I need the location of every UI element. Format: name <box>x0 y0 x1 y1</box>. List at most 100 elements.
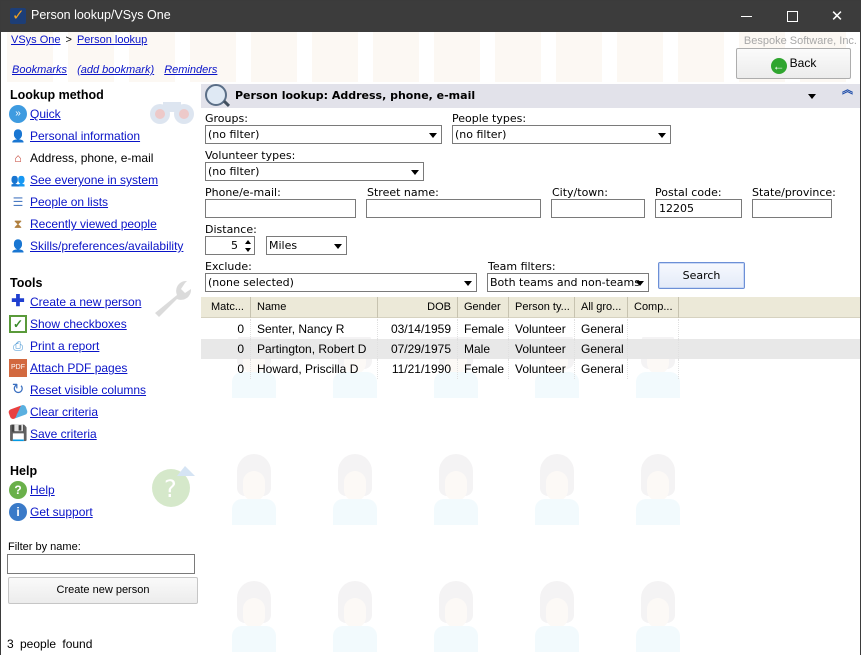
people-types-label: People types: <box>452 112 527 125</box>
top-links: Bookmarks (add bookmark) Reminders <box>12 64 224 76</box>
cell-gender: Female <box>458 319 509 339</box>
lookup-skills-preferences[interactable]: 👤 Skills/preferences/availability <box>9 236 184 256</box>
arrow-left-circle-icon: ← <box>770 58 787 74</box>
phone-email-label: Phone/e-mail: <box>205 186 281 199</box>
collapse-icon[interactable]: ︽ <box>842 84 853 95</box>
tool-save-criteria-label[interactable]: Save criteria <box>30 427 97 441</box>
groups-select[interactable]: (no filter) <box>205 125 442 144</box>
tool-attach-pdf[interactable]: PDF Attach PDF pages <box>9 358 127 378</box>
exclude-select[interactable]: (none selected) <box>205 273 477 292</box>
person-silhouette-icon <box>426 546 486 655</box>
postal-code-label: Postal code: <box>655 186 722 199</box>
cell-all-groups: General <box>575 359 628 379</box>
get-support-item[interactable]: i Get support <box>9 502 93 522</box>
hourglass-icon: ⧗ <box>13 217 23 231</box>
lookup-people-on-lists[interactable]: ☰ People on lists <box>9 192 108 212</box>
close-button[interactable]: ✕ <box>814 1 860 32</box>
tool-show-checkboxes-label[interactable]: Show checkboxes <box>30 317 127 331</box>
lookup-personal-information[interactable]: 👤 Personal information <box>9 126 141 146</box>
bookmarks-link[interactable]: Bookmarks <box>12 64 67 76</box>
person-silhouette-icon <box>628 546 688 655</box>
lookup-people-on-lists-label[interactable]: People on lists <box>30 195 108 209</box>
column-header-dob[interactable]: DOB <box>378 297 458 318</box>
lookup-quick-label[interactable]: Quick <box>30 107 61 121</box>
lookup-quick[interactable]: » Quick <box>9 104 61 124</box>
column-header-name[interactable]: Name <box>251 297 378 318</box>
results-header: Matc... Name DOB Gender Person ty... All… <box>201 297 860 318</box>
lookup-address-phone-email-label: Address, phone, e-mail <box>30 151 154 165</box>
person-silhouette-icon <box>325 419 385 529</box>
list-icon: ☰ <box>12 195 24 209</box>
people-types-select[interactable]: (no filter) <box>452 125 671 144</box>
minimize-button[interactable] <box>723 1 769 32</box>
city-town-input[interactable] <box>551 199 645 218</box>
lookup-personal-information-label[interactable]: Personal information <box>30 129 140 143</box>
stepper-down-icon[interactable] <box>245 248 251 252</box>
table-row[interactable]: 0 Howard, Priscilla D 11/21/1990 Female Volu… <box>201 359 679 379</box>
postal-code-input[interactable]: 12205 <box>655 199 742 218</box>
lookup-see-everyone[interactable]: 👥 See everyone in system <box>9 170 159 190</box>
tool-create-new-person-label[interactable]: Create a new person <box>30 295 141 309</box>
tool-print-report[interactable]: ⎙ Print a report <box>9 336 99 356</box>
add-bookmark-link[interactable]: (add bookmark) <box>77 64 154 76</box>
column-header-comp[interactable]: Comp... <box>628 297 679 318</box>
vendor-label: Bespoke Software, Inc. <box>743 35 857 47</box>
help-link[interactable]: Help <box>30 483 55 497</box>
cell-all-groups: General <box>575 319 628 339</box>
help-heading: Help <box>10 464 38 478</box>
tool-show-checkboxes[interactable]: ✓ Show checkboxes <box>9 314 127 334</box>
get-support-link[interactable]: Get support <box>30 505 93 519</box>
breadcrumb-vsys-one[interactable]: VSys One <box>11 34 61 46</box>
panel-dropdown-icon[interactable] <box>808 94 816 99</box>
cell-name: Senter, Nancy R <box>251 319 378 339</box>
table-row[interactable]: 0 Partington, Robert D 07/29/1975 Male Volun… <box>201 339 860 359</box>
tool-reset-columns-label[interactable]: Reset visible columns <box>30 383 146 397</box>
state-province-input[interactable] <box>752 199 832 218</box>
chevron-down-icon <box>334 244 342 249</box>
tool-save-criteria[interactable]: 💾 Save criteria <box>9 424 97 444</box>
lookup-skills-preferences-label[interactable]: Skills/preferences/availability <box>30 239 183 253</box>
table-row[interactable]: 0 Senter, Nancy R 03/14/1959 Female Voluntee… <box>201 319 679 339</box>
distance-stepper[interactable]: 5 <box>205 236 255 255</box>
cell-match: 0 <box>201 359 251 379</box>
maximize-button[interactable] <box>769 1 815 32</box>
tool-create-new-person[interactable]: ✚ Create a new person <box>9 292 141 312</box>
column-header-person-type[interactable]: Person ty... <box>509 297 575 318</box>
chevron-down-icon <box>636 281 644 286</box>
help-link-item[interactable]: ? Help <box>9 480 55 500</box>
app-window: Person lookup/VSys One ✕ VSys One > Person… <box>0 0 861 655</box>
column-header-match[interactable]: Matc... <box>201 297 251 318</box>
reset-icon: ↻ <box>11 381 25 398</box>
quick-arrows-icon: » <box>9 105 27 123</box>
back-button[interactable]: ← Back <box>736 48 851 79</box>
tool-attach-pdf-label[interactable]: Attach PDF pages <box>30 361 127 375</box>
create-new-person-button[interactable]: Create new person <box>8 577 198 604</box>
breadcrumb-person-lookup[interactable]: Person lookup <box>77 34 147 46</box>
cell-comp <box>628 339 679 359</box>
team-filters-select[interactable]: Both teams and non-teams <box>487 273 649 292</box>
filter-by-name-input[interactable] <box>7 554 195 574</box>
tool-clear-criteria-label[interactable]: Clear criteria <box>30 405 98 419</box>
cell-dob: 03/14/1959 <box>378 319 458 339</box>
distance-unit-select[interactable]: Miles <box>266 236 347 255</box>
reminders-link[interactable]: Reminders <box>164 64 217 76</box>
panel-title: Person lookup: Address, phone, e-mail <box>235 89 476 102</box>
lookup-recently-viewed-label[interactable]: Recently viewed people <box>30 217 157 231</box>
chevron-down-icon <box>411 170 419 175</box>
stepper-up-icon[interactable] <box>245 240 251 244</box>
search-button[interactable]: Search <box>658 262 745 289</box>
lookup-see-everyone-label[interactable]: See everyone in system <box>30 173 158 187</box>
tool-clear-criteria[interactable]: Clear criteria <box>7 402 98 422</box>
svg-text:?: ? <box>164 475 177 503</box>
vsys-logo-icon <box>10 6 26 24</box>
team-filters-label: Team filters: <box>488 260 556 273</box>
column-header-gender[interactable]: Gender <box>458 297 509 318</box>
phone-email-input[interactable] <box>205 199 356 218</box>
person-silhouette-icon <box>527 546 587 655</box>
volunteer-types-select[interactable]: (no filter) <box>205 162 424 181</box>
street-name-input[interactable] <box>366 199 541 218</box>
column-header-all-groups[interactable]: All gro... <box>575 297 628 318</box>
lookup-recently-viewed[interactable]: ⧗ Recently viewed people <box>9 214 157 234</box>
tool-reset-columns[interactable]: ↻ Reset visible columns <box>9 380 146 400</box>
tool-print-report-label[interactable]: Print a report <box>30 339 99 353</box>
